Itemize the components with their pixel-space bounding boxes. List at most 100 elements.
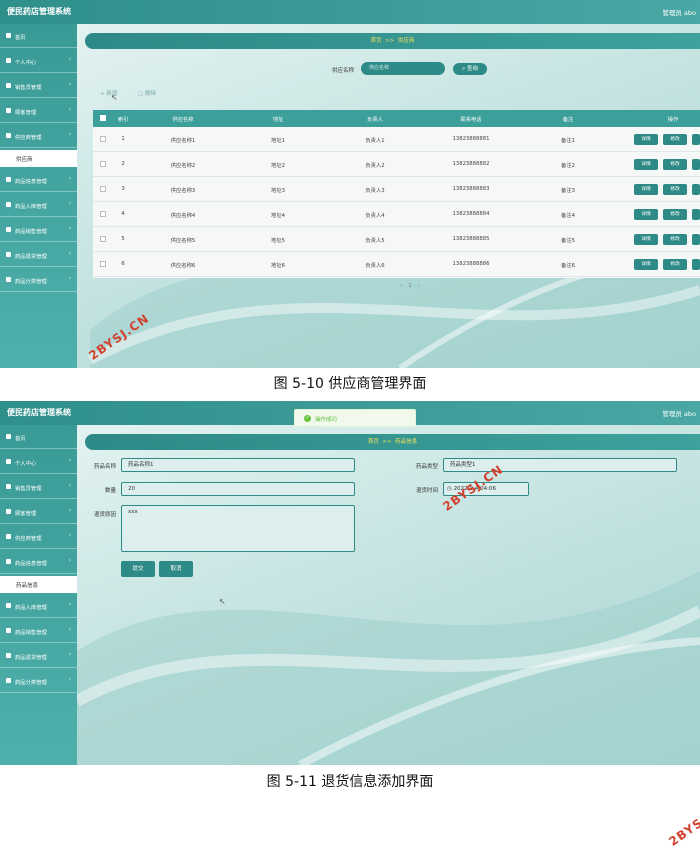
sidebar-item-label: 销售员管理	[15, 486, 42, 492]
delete-row-button[interactable]	[692, 259, 700, 270]
cancel-button[interactable]: 取消	[159, 561, 193, 577]
breadcrumb-home[interactable]: 首页	[368, 439, 379, 445]
detail-button[interactable]: 详情	[634, 159, 658, 170]
sidebar-item[interactable]: 个人中心 ›	[0, 49, 77, 73]
submit-button[interactable]: 提交	[121, 561, 155, 577]
sidebar-item-label: 药品入库管理	[15, 605, 47, 611]
chevron-icon: ›	[68, 56, 71, 63]
quantity-input[interactable]: 20	[121, 482, 355, 496]
figure-caption-1: 图 5-10 供应商管理界面	[273, 376, 427, 392]
sidebar-item[interactable]: 药品销售管理 ›	[0, 619, 77, 643]
current-user[interactable]: 管理员 abo	[662, 7, 696, 17]
row-checkbox[interactable]	[100, 161, 106, 167]
header-person: 负责人	[367, 117, 383, 123]
sidebar-item[interactable]: 药品入库管理 ›	[0, 193, 77, 217]
cell-person: 负责人5	[365, 238, 385, 244]
select-all-checkbox[interactable]	[100, 115, 106, 121]
sidebar-item[interactable]: 药品分类管理 ›	[0, 268, 77, 292]
menu-icon	[6, 83, 11, 88]
background	[0, 401, 700, 765]
search-input[interactable]: 供应名称	[361, 62, 445, 75]
edit-button[interactable]: 修改	[663, 159, 687, 170]
return-time-label: 退货时间	[415, 488, 438, 494]
delete-row-button[interactable]	[692, 134, 700, 145]
sidebar-item[interactable]: 顾客管理 ›	[0, 500, 77, 524]
detail-button[interactable]: 详情	[634, 184, 658, 195]
prev-page-button[interactable]: ‹	[400, 283, 402, 289]
sidebar-subitem[interactable]: 药品信息	[0, 576, 77, 593]
cell-person: 负责人2	[365, 163, 385, 169]
sidebar-item[interactable]: 个人中心 ›	[0, 450, 77, 474]
sidebar-item[interactable]: 首页	[0, 24, 77, 48]
detail-button[interactable]: 详情	[634, 209, 658, 220]
sidebar-item[interactable]: 销售员管理 ›	[0, 74, 77, 98]
medicine-name-input[interactable]: 药品名称1	[121, 458, 355, 472]
sidebar: 首页 个人中心 › 销售员管理 › 顾客管理 › 供应商管理 › 供应商药品信息管理 › 药品入库管理…	[0, 24, 77, 368]
cell-address: 地址1	[271, 138, 285, 144]
cell-phone: 13823888882	[452, 161, 490, 167]
sidebar-item[interactable]: 顾客管理 ›	[0, 99, 77, 123]
sidebar-item[interactable]: 药品退货管理 ›	[0, 243, 77, 267]
menu-icon	[6, 277, 11, 282]
supplier-table: 索引 供应名称 地址 负责人 联系电话 备注 操作 1 供应名称1 地址1 负责人1 1…	[93, 110, 700, 278]
sidebar-item[interactable]: 药品信息管理 ›	[0, 550, 77, 574]
delete-row-button[interactable]	[692, 184, 700, 195]
sidebar-item-label: 个人中心	[15, 461, 37, 467]
edit-button[interactable]: 修改	[663, 259, 687, 270]
delete-row-button[interactable]	[692, 159, 700, 170]
sidebar-item[interactable]: 供应商管理 ›	[0, 525, 77, 549]
breadcrumb: 首页 >> 药品信息	[85, 434, 700, 450]
toast-message: 操作成功	[315, 417, 338, 423]
medicine-type-label: 药品类型	[415, 464, 438, 470]
cell-phone: 13823888883	[452, 186, 490, 192]
detail-button[interactable]: 详情	[634, 134, 658, 145]
row-checkbox[interactable]	[100, 211, 106, 217]
cell-remark: 备注3	[561, 188, 575, 194]
header-remark: 备注	[562, 117, 574, 123]
row-checkbox[interactable]	[100, 236, 106, 242]
sidebar-subitem-label: 供应商	[16, 157, 33, 163]
chevron-icon: ›	[68, 250, 71, 257]
quantity-label: 数量	[104, 488, 116, 494]
delete-button[interactable]: ▢ 删除	[138, 89, 156, 97]
next-page-button[interactable]: ›	[418, 283, 420, 289]
app-title: 便民药店管理系统	[7, 408, 71, 417]
cell-supplier-name: 供应名称4	[170, 213, 196, 219]
sidebar-item[interactable]: 药品销售管理 ›	[0, 218, 77, 242]
edit-button[interactable]: 修改	[663, 234, 687, 245]
row-checkbox[interactable]	[100, 186, 106, 192]
sidebar-item[interactable]: 销售员管理 ›	[0, 475, 77, 499]
header-actions: 操作	[667, 117, 679, 123]
row-checkbox[interactable]	[100, 261, 106, 267]
return-reason-textarea[interactable]: xxx	[121, 505, 355, 552]
menu-icon	[6, 509, 11, 514]
detail-button[interactable]: 详情	[634, 259, 658, 270]
sidebar-item[interactable]: 药品信息管理 ›	[0, 168, 77, 192]
menu-icon	[6, 678, 11, 683]
row-checkbox[interactable]	[100, 136, 106, 142]
sidebar-item[interactable]: 药品入库管理 ›	[0, 594, 77, 618]
success-toast: ✓ 操作成功	[294, 409, 416, 427]
sidebar-item[interactable]: 首页	[0, 425, 77, 449]
breadcrumb-home[interactable]: 首页	[371, 38, 382, 44]
edit-button[interactable]: 修改	[663, 134, 687, 145]
detail-button[interactable]: 详情	[634, 234, 658, 245]
chevron-icon: ›	[68, 200, 71, 207]
delete-row-button[interactable]	[692, 209, 700, 220]
medicine-type-input[interactable]: 药品类型1	[443, 458, 677, 472]
table-row: 3 供应名称3 地址3 负责人3 13823888883 备注3 详情 修改	[93, 177, 700, 202]
search-button[interactable]: ⌕ 查询	[453, 63, 487, 75]
current-user[interactable]: 管理员 abo	[662, 408, 696, 418]
chevron-icon: ›	[68, 275, 71, 282]
cell-address: 地址5	[271, 238, 285, 244]
page-number[interactable]: 1	[408, 283, 411, 289]
delete-row-button[interactable]	[692, 234, 700, 245]
cell-supplier-name: 供应名称5	[170, 238, 196, 244]
sidebar-item[interactable]: 药品分类管理 ›	[0, 669, 77, 693]
sidebar-item[interactable]: 供应商管理 ›	[0, 124, 77, 148]
edit-button[interactable]: 修改	[663, 209, 687, 220]
sidebar-subitem[interactable]: 供应商	[0, 150, 77, 167]
edit-button[interactable]: 修改	[663, 184, 687, 195]
table-row: 1 供应名称1 地址1 负责人1 13823888881 备注1 详情 修改	[93, 127, 700, 152]
sidebar-item[interactable]: 药品退货管理 ›	[0, 644, 77, 668]
